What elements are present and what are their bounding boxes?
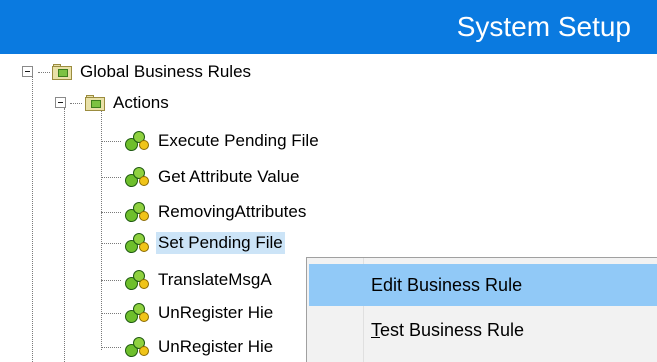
page-title: System Setup [456,11,631,42]
tree-node-label: UnRegister Hie [158,303,274,322]
tree-node-get-attribute-value[interactable]: Get Attribute Value [124,162,301,192]
tree-node-label: Get Attribute Value [158,167,300,186]
tree-connector [101,177,121,178]
business-rule-icon [124,302,150,324]
tree-connector [101,212,121,213]
folder-icon [85,95,105,111]
tree-connector [32,72,33,362]
context-menu: Edit Business Rule Test Business Rule [306,257,657,362]
business-rule-icon [124,201,150,223]
folder-icon [52,64,72,80]
tree-connector [70,103,82,104]
tree-connector [101,280,121,281]
tree-connector [101,347,121,348]
tree-node-label: RemovingAttributes [158,202,307,221]
tree-node-set-pending-file[interactable]: Set Pending File [124,228,285,258]
business-rule-icon [124,336,150,358]
tree-connector [101,141,121,142]
business-rule-icon [124,166,150,188]
tree-node-actions[interactable]: Actions [85,88,171,118]
business-rule-icon [124,130,150,152]
menu-item-label: Edit Business Rule [371,274,523,295]
menu-item-test-business-rule[interactable]: Test Business Rule [309,309,657,351]
header-bar: System Setup [0,0,657,54]
business-rule-icon [124,232,150,254]
menu-item-edit-business-rule[interactable]: Edit Business Rule [309,264,657,306]
tree-node-label: Set Pending File [156,232,285,254]
tree-node-label: UnRegister Hie [158,337,274,356]
tree-connector [38,72,50,73]
collapse-toggle-actions[interactable] [55,97,66,108]
menu-mnemonic: T [371,319,380,340]
tree-node-unregister-2[interactable]: UnRegister Hie [124,332,275,362]
tree-connector [101,243,121,244]
tree-node-label: Actions [113,93,169,112]
tree-connector [101,110,102,350]
tree-node-unregister-1[interactable]: UnRegister Hie [124,298,275,328]
business-rule-icon [124,269,150,291]
tree-node-label: TranslateMsgA [158,270,272,289]
system-setup-window: System Setup Global Business Rules Actio… [0,0,657,362]
tree-node-label: Global Business Rules [80,62,252,81]
collapse-toggle-global-business-rules[interactable] [22,66,33,77]
tree-node-global-business-rules[interactable]: Global Business Rules [52,57,253,87]
tree-connector [64,108,65,362]
tree-node-label: Execute Pending File [158,131,319,150]
menu-item-label: Test Business Rule [371,320,524,341]
menu-item-label-rest: est Business Rule [380,319,525,340]
tree-node-translate-msg[interactable]: TranslateMsgA [124,265,274,295]
tree-node-execute-pending-file[interactable]: Execute Pending File [124,126,321,156]
tree-connector [101,313,121,314]
tree-node-removing-attributes[interactable]: RemovingAttributes [124,197,308,227]
